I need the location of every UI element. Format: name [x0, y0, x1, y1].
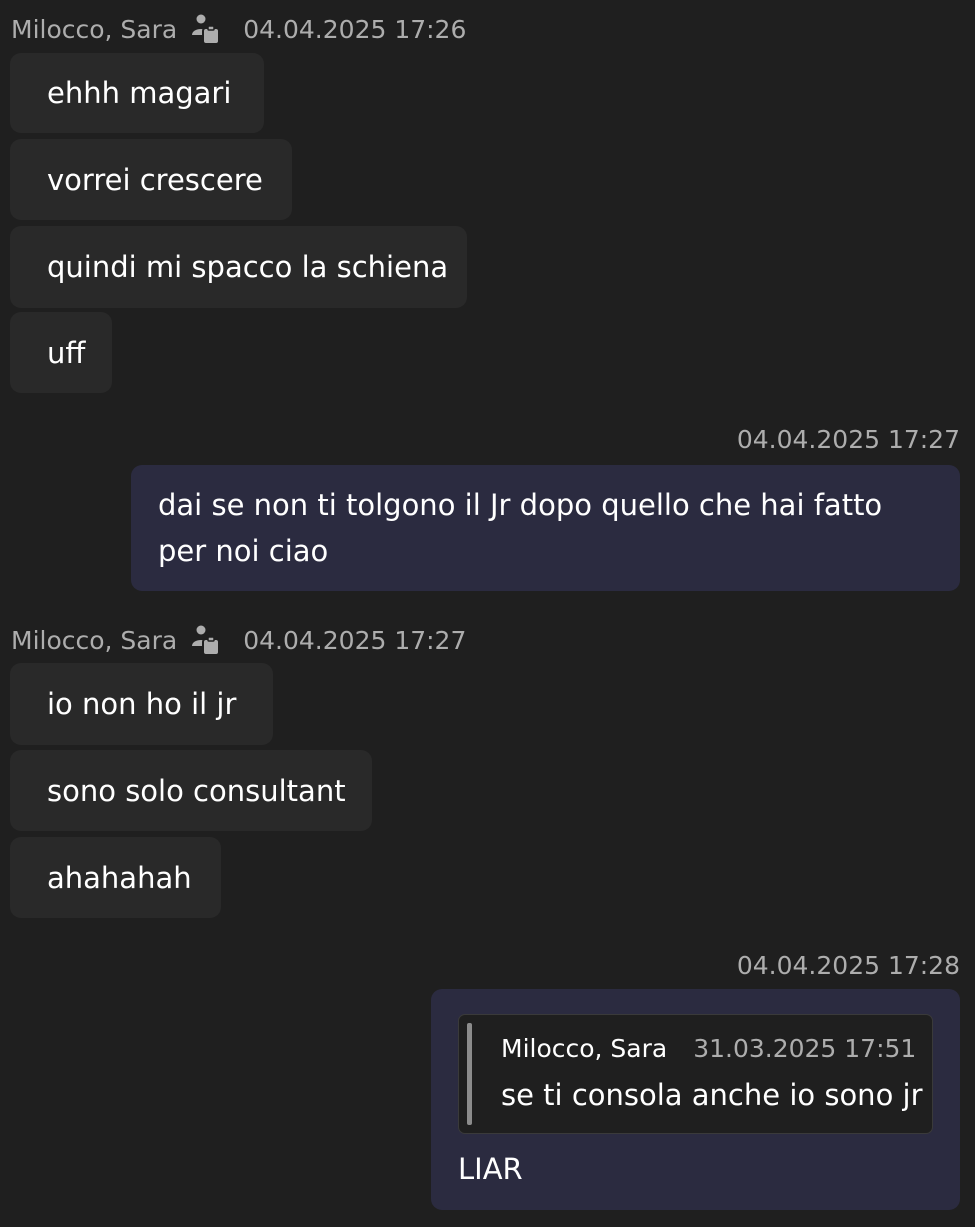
message-text: quindi mi spacco la schiena [47, 250, 449, 284]
sender-name[interactable]: Milocco, Sara [11, 626, 177, 655]
message-timestamp: 04.04.2025 17:26 [243, 14, 467, 44]
message-text: io non ho il jr [47, 687, 237, 721]
message-bubble[interactable]: quindi mi spacco la schiena [10, 226, 467, 308]
message-bubble[interactable]: uff [10, 312, 112, 393]
org-person-icon [191, 13, 221, 45]
org-person-icon [191, 624, 221, 656]
message-timestamp: 04.04.2025 17:27 [243, 625, 467, 655]
message-text: LIAR [458, 1152, 523, 1186]
message-text: ahahahah [47, 860, 192, 895]
message-text: sono solo consultant [47, 773, 346, 808]
sender-name[interactable]: Milocco, Sara [11, 15, 177, 44]
quote-header: Milocco, Sara 31.03.2025 17:51 [501, 1032, 916, 1066]
message-bubble[interactable]: sono solo consultant [10, 750, 372, 831]
message-bubble[interactable]: ehhh magari [10, 53, 264, 133]
message-text: ehhh magari [47, 76, 232, 110]
message-bubble[interactable]: Milocco, Sara 31.03.2025 17:51 se ti con… [431, 989, 960, 1210]
quote-text: se ti consola anche io sono jr [501, 1078, 923, 1112]
message-bubble[interactable]: ahahahah [10, 837, 221, 918]
quote-bar [467, 1023, 472, 1125]
message-bubble[interactable]: io non ho il jr [10, 663, 273, 745]
message-text: dai se non ti tolgono il Jr dopo quello … [158, 488, 883, 568]
message-timestamp: 04.04.2025 17:27 [736, 425, 960, 454]
message-text: uff [47, 335, 86, 370]
message-header: Milocco, Sara 04.04.2025 17:27 [11, 623, 466, 657]
message-bubble[interactable]: dai se non ti tolgono il Jr dopo quello … [131, 465, 960, 591]
message-bubble[interactable]: vorrei crescere [10, 139, 292, 220]
message-header: Milocco, Sara 04.04.2025 17:26 [11, 12, 466, 46]
quote-sender: Milocco, Sara [501, 1034, 668, 1063]
quote-timestamp: 31.03.2025 17:51 [693, 1034, 917, 1063]
message-text: vorrei crescere [47, 162, 263, 197]
quoted-message[interactable]: Milocco, Sara 31.03.2025 17:51 se ti con… [458, 1014, 933, 1134]
message-timestamp: 04.04.2025 17:28 [736, 951, 960, 980]
